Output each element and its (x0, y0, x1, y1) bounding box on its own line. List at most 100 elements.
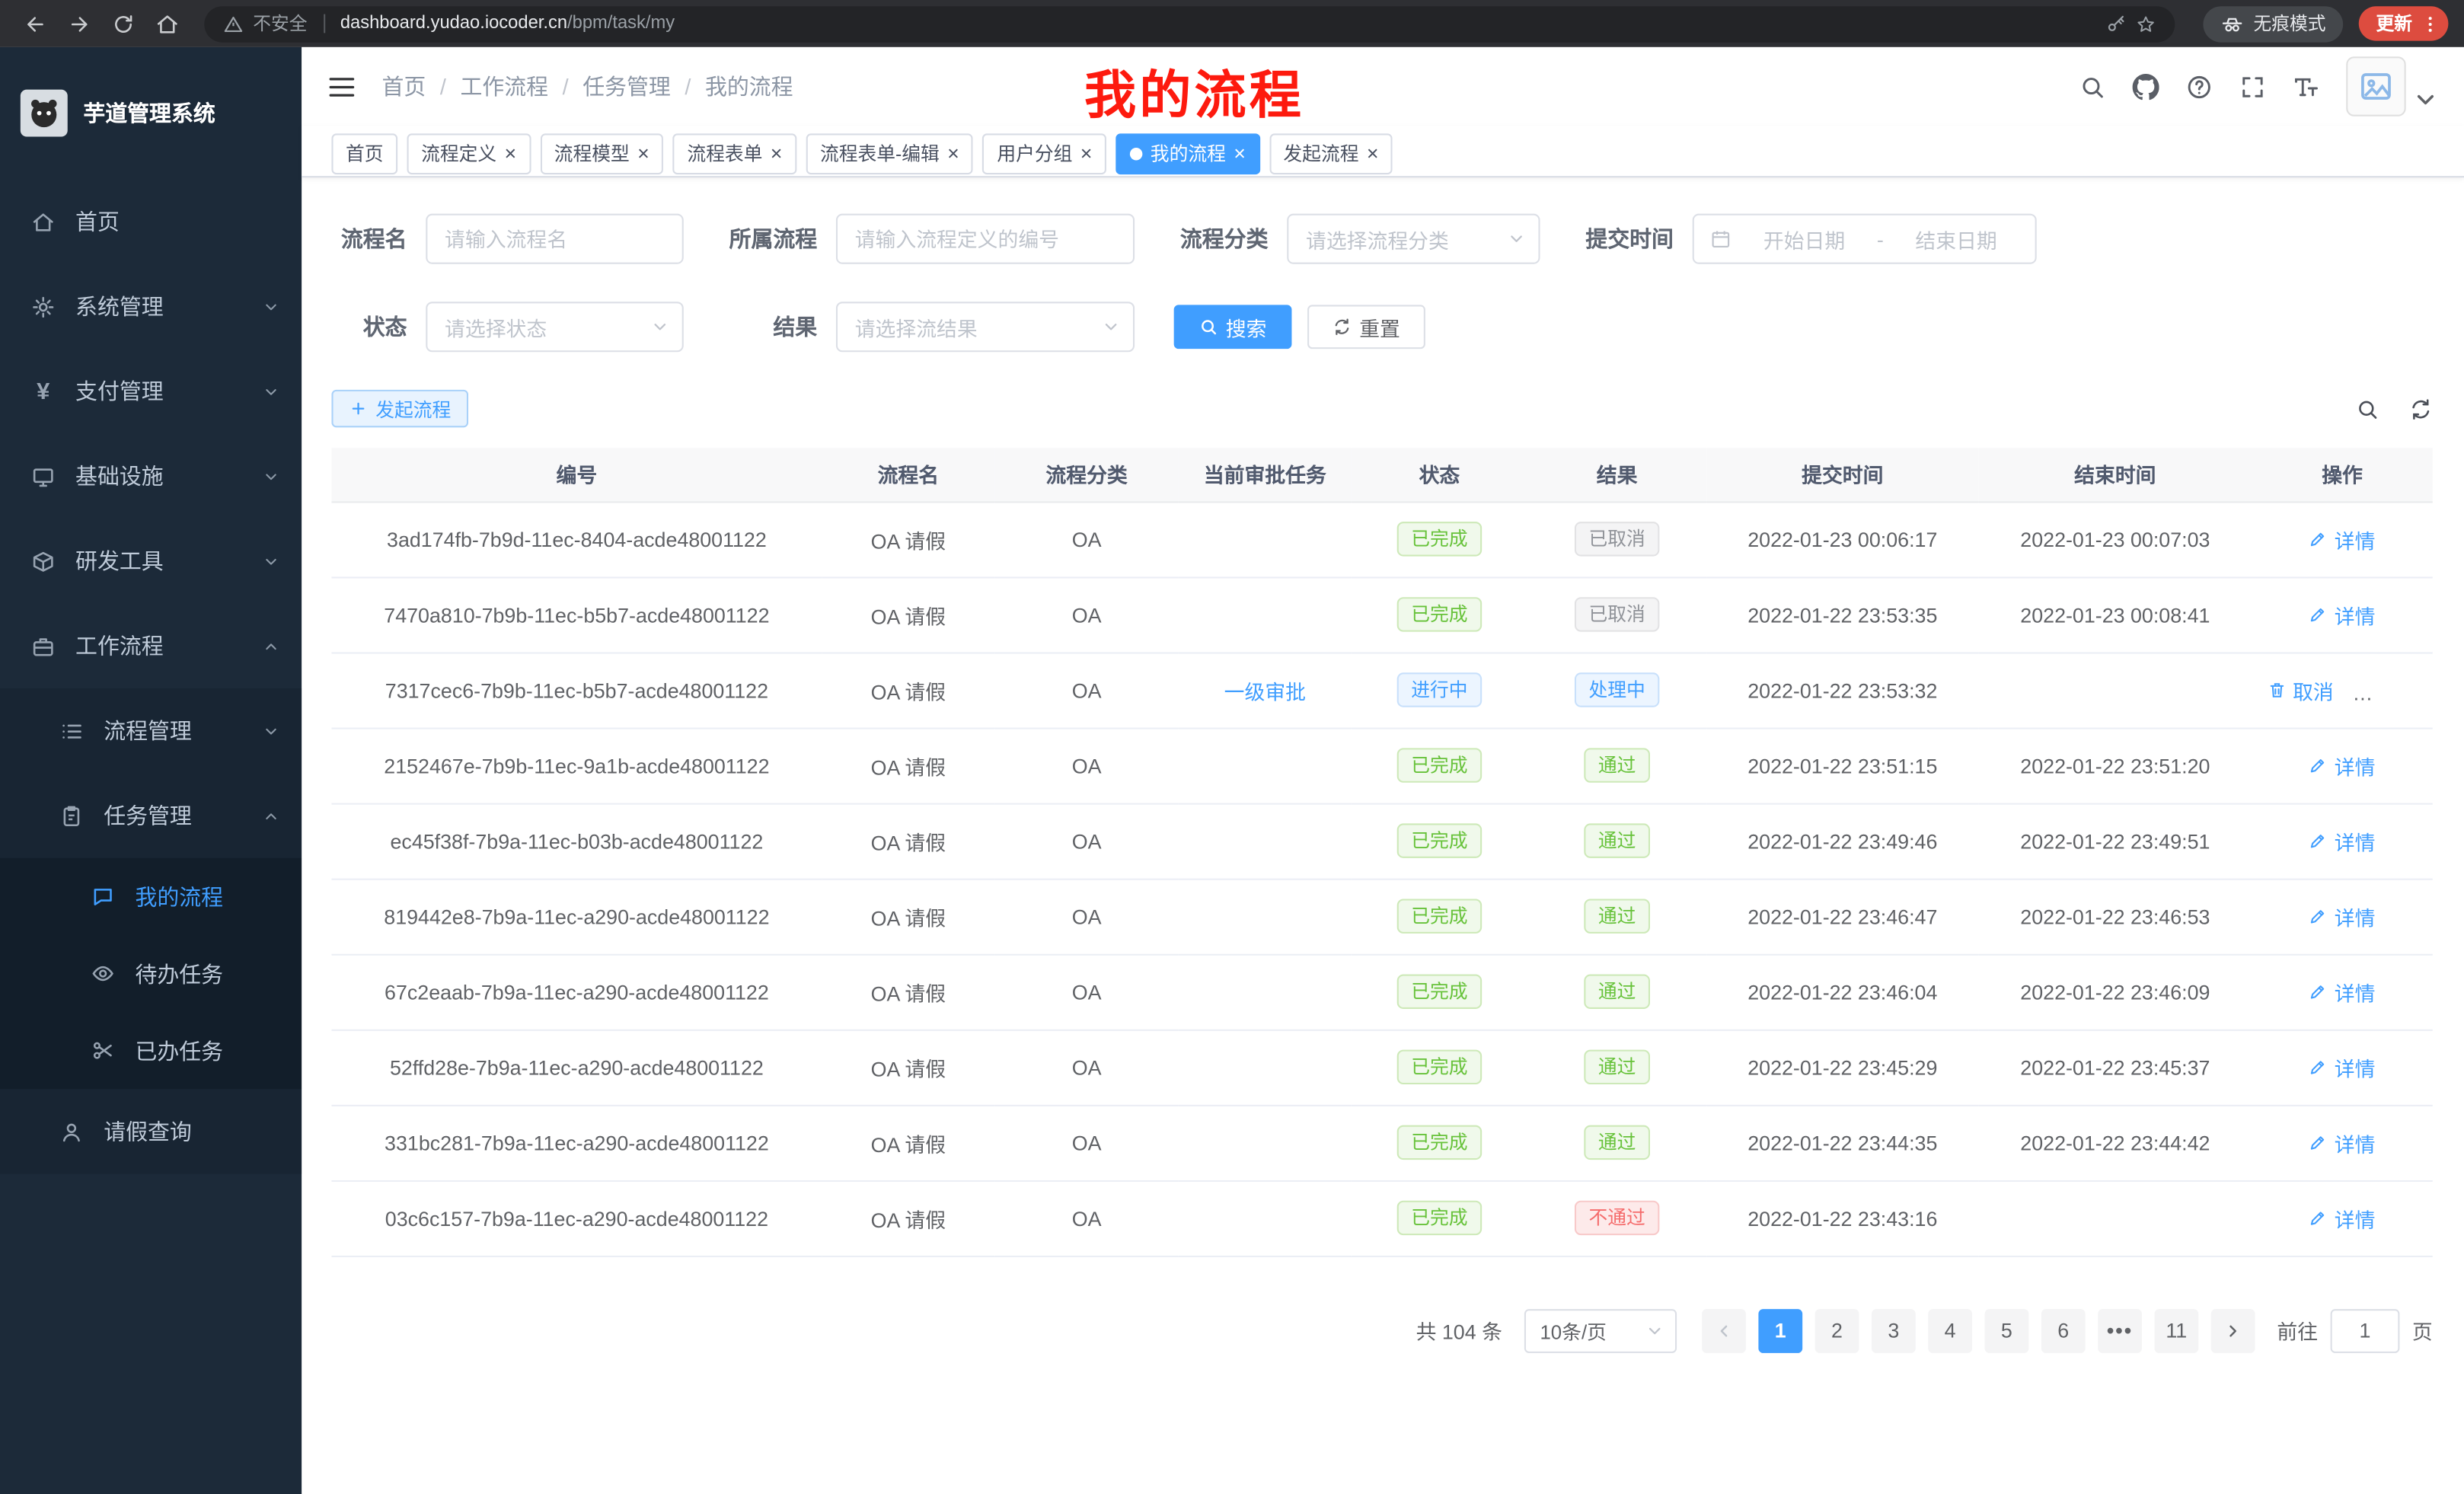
eye-icon (91, 962, 115, 985)
key-icon[interactable] (2105, 14, 2126, 34)
page-more-button[interactable]: ••• (2098, 1308, 2142, 1352)
tab-label: 流程定义 (421, 140, 496, 167)
process-name-input[interactable] (426, 214, 683, 264)
detail-action[interactable]: 详情 (2309, 599, 2376, 629)
goto-page-input[interactable] (2331, 1308, 2400, 1352)
close-icon[interactable]: × (1234, 143, 1246, 164)
search-toggle-icon[interactable] (2356, 397, 2379, 420)
tab-process-definition[interactable]: 流程定义 × (407, 132, 531, 174)
tab-process-form[interactable]: 流程表单× (673, 132, 796, 174)
cell-result: 通过 (1527, 1105, 1706, 1180)
cancel-action[interactable]: 取消 (2268, 675, 2334, 704)
current-task-link[interactable]: 一级审批 (1224, 675, 1306, 704)
close-icon[interactable]: × (1367, 143, 1379, 164)
sidebar-item-done-task[interactable]: 已办任务 (0, 1012, 302, 1089)
menu-dots-icon[interactable] (2420, 14, 2440, 34)
next-page-button[interactable] (2211, 1308, 2255, 1352)
page-button-6[interactable]: 6 (2041, 1308, 2086, 1352)
avatar[interactable] (2346, 56, 2405, 116)
reload-icon[interactable] (104, 5, 142, 43)
sidebar-item-home[interactable]: 首页 (0, 179, 302, 263)
breadcrumb-item[interactable]: 首页 (382, 71, 426, 102)
fullscreen-icon[interactable] (2239, 73, 2266, 100)
address-bar[interactable]: 不安全 dashboard.yudao.iocoder.cn/bpm/task/… (204, 5, 2175, 41)
sidebar-item-task-management[interactable]: 任务管理 (0, 773, 302, 857)
page-button-4[interactable]: 4 (1928, 1308, 1972, 1352)
detail-action[interactable]: 详情 (2309, 1128, 2376, 1157)
tab-home[interactable]: 首页 (331, 132, 397, 174)
security-label[interactable]: 不安全 (253, 11, 307, 36)
status-badge: 已完成 (1397, 597, 1482, 631)
sidebar-item-leave-query[interactable]: 请假查询 (0, 1089, 302, 1173)
reset-button[interactable]: 重置 (1307, 305, 1425, 349)
tab-start-process[interactable]: 发起流程× (1269, 132, 1393, 174)
detail-action[interactable]: 详情 (2309, 1203, 2376, 1233)
sidebar-item-todo-task[interactable]: 待办任务 (0, 935, 302, 1012)
page-button-1[interactable]: 1 (1758, 1308, 1802, 1352)
category-select[interactable]: 请选择流程分类 (1287, 214, 1540, 264)
detail-action[interactable]: 详情 (2309, 1052, 2376, 1082)
cell-actions: 详情 (2252, 954, 2432, 1030)
chevron-down-icon (263, 298, 280, 315)
box-icon (31, 549, 55, 573)
forward-icon[interactable] (59, 5, 97, 43)
sidebar-item-process-management[interactable]: 流程管理 (0, 688, 302, 773)
page-button-2[interactable]: 2 (1815, 1308, 1859, 1352)
close-icon[interactable]: × (771, 143, 783, 164)
update-button[interactable]: 更新 (2359, 6, 2449, 40)
sidebar-item-dev-tools[interactable]: 研发工具 (0, 519, 302, 603)
bookmark-star-icon[interactable] (2136, 14, 2156, 34)
table-row: 52ffd28e-7b9a-11ec-a290-acde48001122OA 请… (331, 1030, 2432, 1105)
search-icon[interactable] (2079, 73, 2105, 100)
column-header: 操作 (2252, 448, 2432, 501)
close-icon[interactable]: × (1080, 143, 1093, 164)
cell-process-name: OA 请假 (822, 728, 994, 803)
page-button-11[interactable]: 11 (2154, 1308, 2198, 1352)
sidebar-item-workflow[interactable]: 工作流程 (0, 603, 302, 688)
page-button-3[interactable]: 3 (1872, 1308, 1916, 1352)
detail-action[interactable]: 详情 (2309, 902, 2376, 931)
cell-result: 处理中 (1527, 652, 1706, 727)
edit-icon (2309, 1058, 2328, 1077)
result-badge: 通过 (1584, 748, 1650, 782)
close-icon[interactable]: × (505, 143, 517, 164)
page-size-select[interactable]: 10条/页 (1524, 1308, 1677, 1352)
user-menu[interactable] (2346, 56, 2439, 116)
tab-my-process[interactable]: 我的流程× (1116, 132, 1259, 174)
plus-icon (349, 399, 368, 418)
tab-process-model[interactable]: 流程模型× (540, 132, 663, 174)
hamburger-icon[interactable] (327, 72, 356, 101)
font-size-icon[interactable] (2293, 73, 2319, 100)
breadcrumb-item[interactable]: 工作流程 (460, 71, 548, 102)
detail-action[interactable]: 详情 (2309, 524, 2376, 554)
tab-user-group[interactable]: 用户分组× (983, 132, 1106, 174)
back-icon[interactable] (16, 5, 54, 43)
help-icon[interactable] (2186, 73, 2213, 100)
tab-process-form-edit[interactable]: 流程表单-编辑× (806, 132, 973, 174)
close-icon[interactable]: × (637, 143, 650, 164)
home-icon[interactable] (148, 5, 186, 43)
refresh-table-icon[interactable] (2409, 397, 2433, 420)
sidebar-item-system[interactable]: 系统管理 (0, 264, 302, 349)
cell-submit-time: 2022-01-23 00:06:17 (1706, 501, 1978, 576)
cell-current-task (1179, 728, 1352, 803)
search-button[interactable]: 搜索 (1174, 305, 1292, 349)
close-icon[interactable]: × (947, 143, 959, 164)
detail-action[interactable]: 详情 (2309, 826, 2376, 856)
sidebar-item-infrastructure[interactable]: 基础设施 (0, 434, 302, 519)
detail-action[interactable]: 详情 (2309, 977, 2376, 1007)
status-select[interactable]: 请选择状态 (426, 302, 683, 352)
prev-page-button[interactable] (1702, 1308, 1746, 1352)
table-row: 819442e8-7b9a-11ec-a290-acde48001122OA 请… (331, 879, 2432, 954)
breadcrumb-item[interactable]: 任务管理 (582, 71, 671, 102)
page-button-5[interactable]: 5 (1985, 1308, 2029, 1352)
result-select[interactable]: 请选择流结果 (836, 302, 1135, 352)
process-def-input[interactable] (836, 214, 1135, 264)
github-icon[interactable] (2133, 73, 2159, 100)
sidebar-item-label: 研发工具 (75, 545, 253, 576)
submit-time-range[interactable]: 开始日期 - 结束日期 (1693, 214, 2037, 264)
sidebar-item-my-process[interactable]: 我的流程 (0, 858, 302, 935)
start-process-button[interactable]: 发起流程 (331, 390, 468, 428)
detail-action[interactable]: 详情 (2309, 750, 2376, 780)
sidebar-item-payment[interactable]: ¥支付管理 (0, 349, 302, 433)
